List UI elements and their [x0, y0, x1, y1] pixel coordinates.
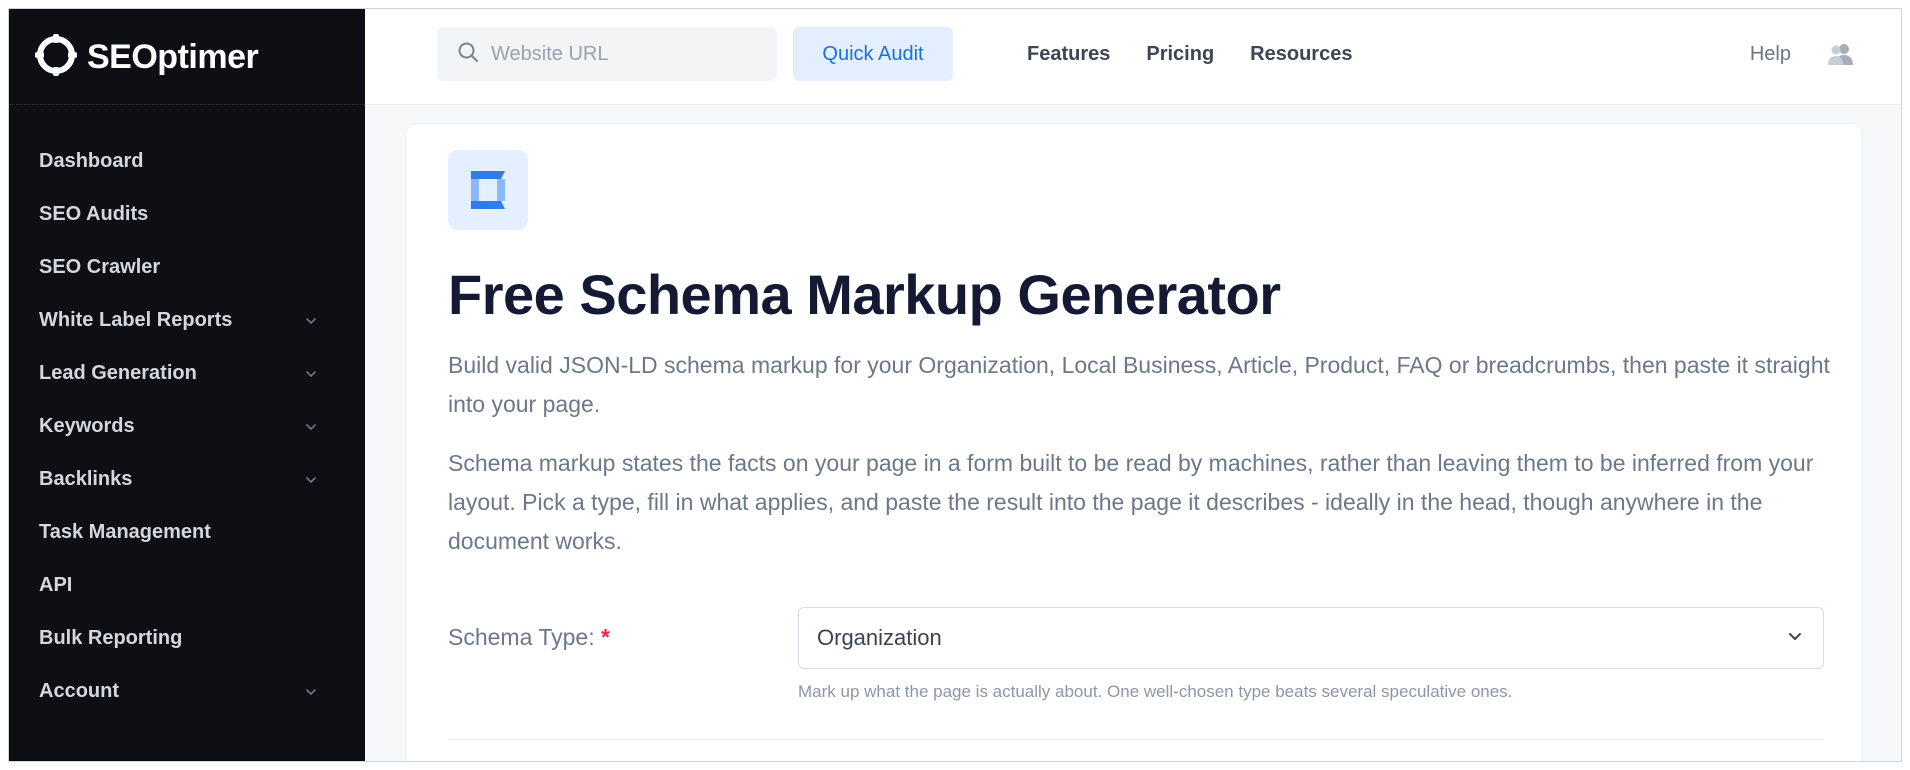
- chevron-down-icon: [303, 313, 319, 329]
- sidebar-item-dashboard[interactable]: Dashboard: [9, 135, 365, 188]
- nav-link-features[interactable]: Features: [1027, 43, 1110, 66]
- sidebar-divider: [9, 104, 365, 105]
- sidebar-item-label: API: [39, 574, 73, 596]
- sidebar-item-lead-generation[interactable]: Lead Generation: [9, 347, 365, 400]
- sidebar-item-account[interactable]: Account: [9, 665, 365, 718]
- chevron-down-icon: [303, 419, 319, 435]
- intro-text: Build valid JSON-LD schema markup for yo…: [448, 352, 1830, 417]
- nav-link-pricing[interactable]: Pricing: [1146, 43, 1214, 66]
- sidebar-item-bulk-reporting[interactable]: Bulk Reporting: [9, 612, 365, 665]
- schema-type-label-text: Schema Type:: [448, 624, 595, 650]
- schema-type-label: Schema Type: *: [448, 624, 610, 651]
- sidebar-item-task-management[interactable]: Task Management: [9, 506, 365, 559]
- users-icon[interactable]: [1827, 41, 1855, 67]
- sidebar-nav: Dashboard SEO Audits SEO Crawler White Labe…: [9, 135, 365, 718]
- sidebar-item-label: SEO Crawler: [39, 256, 161, 278]
- top-nav-links: Features Pricing Resources: [1027, 27, 1352, 81]
- schema-type-selected-value: Organization: [817, 625, 942, 650]
- logo-text: SEOptimer: [87, 37, 259, 76]
- sidebar-item-backlinks[interactable]: Backlinks: [9, 453, 365, 506]
- chevron-down-icon: [303, 366, 319, 382]
- schema-tool-icon: [448, 150, 528, 230]
- sidebar-item-seo-crawler[interactable]: SEO Crawler: [9, 241, 365, 294]
- chevron-down-icon: [303, 684, 319, 700]
- chevron-down-icon: [303, 472, 319, 488]
- sidebar-item-keywords[interactable]: Keywords: [9, 400, 365, 453]
- quick-audit-button[interactable]: Quick Audit: [793, 27, 953, 81]
- schema-generator-card: Free Schema Markup Generator Build valid…: [405, 123, 1863, 761]
- sidebar-item-white-label-reports[interactable]: White Label Reports: [9, 294, 365, 347]
- app-window: SEOptimer Dashboard SEO Audits SEO Crawler…: [8, 8, 1902, 762]
- intro-text-secondary: Schema markup states the facts on your p…: [448, 450, 1814, 554]
- search-box[interactable]: [437, 27, 777, 81]
- schema-type-select[interactable]: Organization: [798, 607, 1824, 669]
- brand-logo[interactable]: SEOptimer: [33, 27, 259, 87]
- sidebar-item-label: Account: [39, 680, 119, 702]
- search-icon: [457, 41, 479, 68]
- chevron-down-icon: [1787, 628, 1803, 649]
- nav-link-resources[interactable]: Resources: [1250, 43, 1352, 66]
- website-url-input[interactable]: [491, 42, 761, 66]
- top-bar: Quick Audit Features Pricing Resources H…: [365, 9, 1901, 105]
- sidebar-item-label: Backlinks: [39, 468, 133, 490]
- sidebar-item-label: Keywords: [39, 415, 135, 437]
- sidebar-item-api[interactable]: API: [9, 559, 365, 612]
- sidebar-item-seo-audits[interactable]: SEO Audits: [9, 188, 365, 241]
- sidebar: SEOptimer Dashboard SEO Audits SEO Crawler…: [9, 9, 365, 761]
- sidebar-item-label: White Label Reports: [39, 309, 233, 331]
- page-title: Free Schema Markup Generator: [448, 263, 1281, 326]
- sidebar-item-label: SEO Audits: [39, 203, 149, 225]
- sidebar-item-label: Bulk Reporting: [39, 627, 183, 649]
- section-divider: [448, 739, 1824, 740]
- help-link[interactable]: Help: [1750, 27, 1791, 81]
- sidebar-item-label: Dashboard: [39, 150, 144, 172]
- schema-type-hint: Mark up what the page is actually about.…: [798, 682, 1513, 701]
- seoptimer-logo-icon: [33, 32, 79, 83]
- sidebar-item-label: Task Management: [39, 521, 211, 543]
- required-marker: *: [601, 624, 610, 650]
- sidebar-item-label: Lead Generation: [39, 362, 197, 384]
